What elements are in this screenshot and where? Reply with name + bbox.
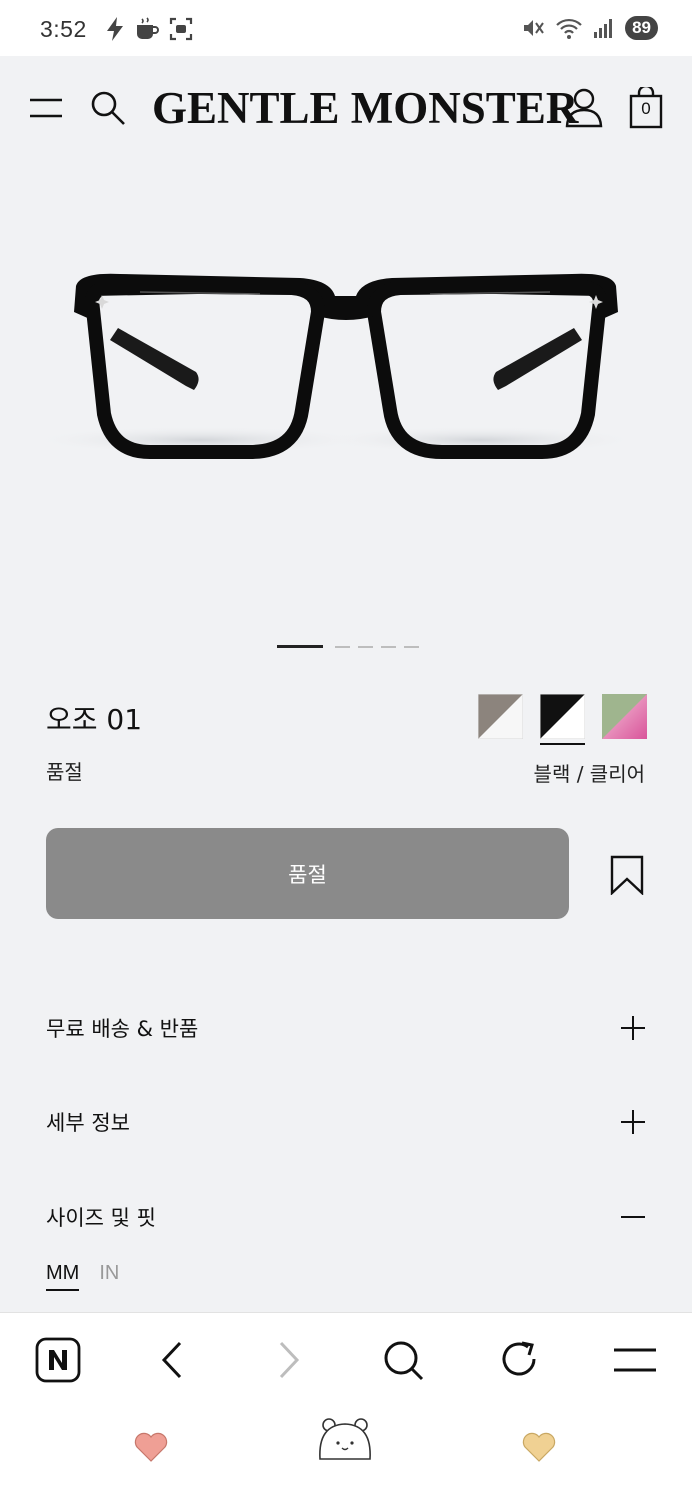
size-unit-tabs: MM IN — [46, 1262, 119, 1291]
brand-logo[interactable]: GENTLE MONSTER — [152, 82, 578, 134]
product-image-carousel[interactable] — [0, 200, 692, 580]
account-button[interactable] — [560, 84, 608, 132]
glasses-image — [30, 273, 640, 459]
swatch-black-clear[interactable] — [539, 693, 586, 745]
coffee-cup-icon — [137, 17, 159, 39]
naver-icon — [35, 1337, 81, 1383]
browser-search-button[interactable] — [378, 1335, 428, 1385]
refresh-button[interactable] — [494, 1335, 544, 1385]
pager-dot[interactable] — [358, 645, 373, 648]
cart-button[interactable]: 0 — [622, 84, 670, 132]
user-icon — [565, 88, 603, 128]
accordion-size-fit[interactable]: 사이즈 및 핏 — [46, 1197, 646, 1237]
pager-dot[interactable] — [404, 645, 419, 648]
bookmark-icon — [610, 855, 644, 896]
stock-status: 품절 — [46, 760, 83, 784]
image-pager — [277, 645, 419, 648]
browser-menu-button[interactable] — [610, 1335, 660, 1385]
browser-toolbar — [0, 1312, 692, 1500]
menu-icon — [614, 1348, 656, 1372]
refresh-icon — [502, 1341, 536, 1376]
soldout-button[interactable]: 품절 — [46, 828, 569, 919]
naver-home-button[interactable] — [33, 1335, 83, 1385]
search-icon — [91, 91, 125, 125]
site-header: GENTLE MONSTER 0 — [0, 56, 692, 160]
status-time: 3:52 — [40, 16, 87, 42]
wifi-icon — [556, 18, 582, 39]
accordion-label: 세부 정보 — [46, 1111, 130, 1135]
charging-bolt-icon — [107, 17, 123, 41]
pager-dot[interactable] — [335, 645, 350, 648]
color-swatches — [477, 693, 647, 745]
tab-in[interactable]: IN — [99, 1262, 119, 1291]
product-name: 오조 01 — [46, 703, 143, 736]
menu-button[interactable] — [22, 84, 70, 132]
cart-count: 0 — [641, 99, 651, 118]
accordion-label: 무료 배송 & 반품 — [46, 1017, 199, 1041]
hamburger-icon — [30, 98, 62, 118]
back-icon — [161, 1341, 182, 1379]
accordion-details[interactable]: 세부 정보 — [46, 1102, 646, 1142]
battery-level: 89 — [625, 16, 658, 40]
heart-icon[interactable] — [521, 1431, 557, 1463]
accordion-shipping[interactable]: 무료 배송 & 반품 — [46, 1008, 646, 1048]
plus-icon — [621, 1016, 645, 1040]
plus-icon — [621, 1110, 645, 1134]
selected-color-name: 블랙 / 클리어 — [533, 762, 645, 786]
screenshot-icon — [169, 17, 193, 41]
wishlist-button[interactable] — [610, 855, 650, 897]
back-button[interactable] — [147, 1335, 197, 1385]
pager-dot-active[interactable] — [277, 645, 323, 648]
search-icon — [384, 1341, 424, 1381]
mute-icon — [524, 20, 544, 36]
swatch-green-pink[interactable] — [602, 694, 647, 739]
accordion-label: 사이즈 및 핏 — [46, 1206, 156, 1230]
system-nav-row — [0, 1418, 692, 1491]
signal-icon — [594, 19, 613, 38]
bear-icon[interactable] — [316, 1415, 374, 1465]
swatch-taupe[interactable] — [477, 693, 524, 740]
tab-mm[interactable]: MM — [46, 1262, 80, 1291]
heart-icon[interactable] — [133, 1431, 169, 1463]
forward-icon — [279, 1341, 300, 1379]
forward-button[interactable] — [264, 1335, 314, 1385]
status-bar: 3:52 89 — [0, 0, 692, 56]
pager-dot[interactable] — [381, 645, 396, 648]
minus-icon — [621, 1216, 645, 1218]
search-button[interactable] — [84, 84, 132, 132]
